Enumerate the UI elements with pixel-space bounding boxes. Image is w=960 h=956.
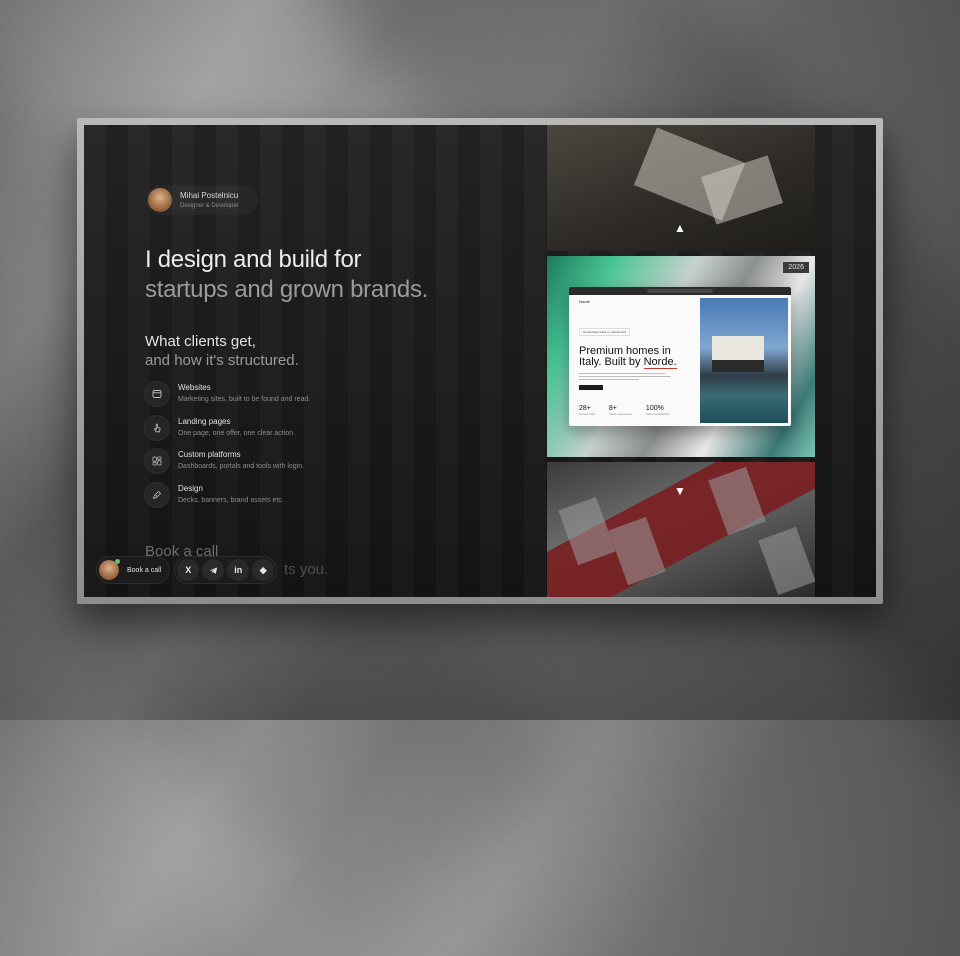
service-title: Websites <box>178 383 211 392</box>
pen-tool-icon <box>144 482 170 508</box>
villa-photo <box>700 298 788 423</box>
telegram-icon[interactable] <box>202 559 225 581</box>
stat-label: Homes built <box>579 412 595 416</box>
service-desc: Dashboards, portals and tools with login… <box>178 463 305 470</box>
mock-cta-button <box>579 385 603 390</box>
pointer-hand-icon <box>144 415 170 441</box>
website-mockup: Norde Handpicked villas in coastal Italy… <box>569 287 791 426</box>
service-item-landing-pages[interactable]: Landing pages One page, one offer, one c… <box>144 415 364 443</box>
profile-badge[interactable]: Mihai Postelnicu Designer & Developer <box>146 185 258 215</box>
service-item-design[interactable]: Design Decks, banners, brand assets etc. <box>144 482 364 510</box>
mock-brand: Norde <box>579 299 590 304</box>
profile-role: Designer & Developer <box>180 202 239 209</box>
project-showcase: ▲ 2026 Norde Handpicked villas in coasta… <box>547 125 815 597</box>
mock-body-text <box>579 373 689 380</box>
project-card-featured[interactable]: 2026 Norde Handpicked villas in coastal … <box>547 256 815 457</box>
poster <box>758 526 815 596</box>
profile-name: Mihai Postelnicu <box>180 190 239 200</box>
hero-subheadline: startups and grown brands. <box>145 276 429 303</box>
project-card-bottom[interactable]: ▼ <box>547 462 815 597</box>
service-item-custom-platforms[interactable]: Custom platforms Dashboards, portals and… <box>144 448 364 476</box>
online-status-dot <box>115 559 120 564</box>
stat-label: Client Satisfaction <box>645 412 670 416</box>
x-icon[interactable]: X <box>177 559 200 581</box>
linkedin-icon[interactable]: in <box>227 559 250 581</box>
stat-value: 8+ <box>608 405 617 412</box>
stat-label: Years experience <box>608 412 632 416</box>
mock-stats: 28+ Homes built 8+ Years experience 100% Cl… <box>579 405 684 416</box>
service-desc: Marketing sites, built to be found and r… <box>178 396 311 403</box>
mock-headline-brand: Norde. <box>643 356 677 369</box>
service-title: Landing pages <box>178 417 231 426</box>
project-card-top[interactable]: ▲ <box>547 125 815 251</box>
service-title: Design <box>178 484 203 493</box>
browser-toolbar <box>569 287 791 295</box>
service-title: Custom platforms <box>178 450 241 459</box>
stat-value: 100% <box>645 405 664 412</box>
stat-value: 28+ <box>579 405 591 412</box>
hero-headline: I design and build for <box>145 246 362 273</box>
cta-subheading: ts you. <box>284 561 329 578</box>
social-links: X in ◆ <box>174 556 278 584</box>
avatar <box>99 559 120 580</box>
section-subtitle: and how it's structured. <box>145 352 299 369</box>
year-badge: 2026 <box>783 262 809 273</box>
diamond-icon[interactable]: ◆ <box>252 559 275 581</box>
service-desc: One page, one offer, one clear action. <box>178 430 296 437</box>
dashboard-grid-icon <box>144 448 170 474</box>
section-title: What clients get, <box>145 333 256 350</box>
avatar <box>148 188 172 212</box>
mock-headline: Premium homes in Italy. Built by Norde. <box>579 346 689 369</box>
portfolio-screen: Mihai Postelnicu Designer & Developer I … <box>84 125 876 597</box>
villa-house <box>712 336 764 372</box>
service-desc: Decks, banners, brand assets etc. <box>178 497 284 504</box>
mock-headline-line2: Italy. Built by <box>579 356 644 368</box>
arrow-down-icon[interactable]: ▼ <box>674 484 686 498</box>
browser-window-icon <box>144 381 170 407</box>
url-bar <box>647 289 713 293</box>
service-item-websites[interactable]: Websites Marketing sites, built to be fo… <box>144 381 364 409</box>
floating-dock: Book a call X in ◆ <box>96 556 278 584</box>
book-call-label: Book a call <box>127 566 162 574</box>
arrow-up-icon[interactable]: ▲ <box>674 221 686 235</box>
mock-chip: Handpicked villas in coastal Italy <box>579 328 631 336</box>
book-call-button[interactable]: Book a call <box>96 556 171 584</box>
